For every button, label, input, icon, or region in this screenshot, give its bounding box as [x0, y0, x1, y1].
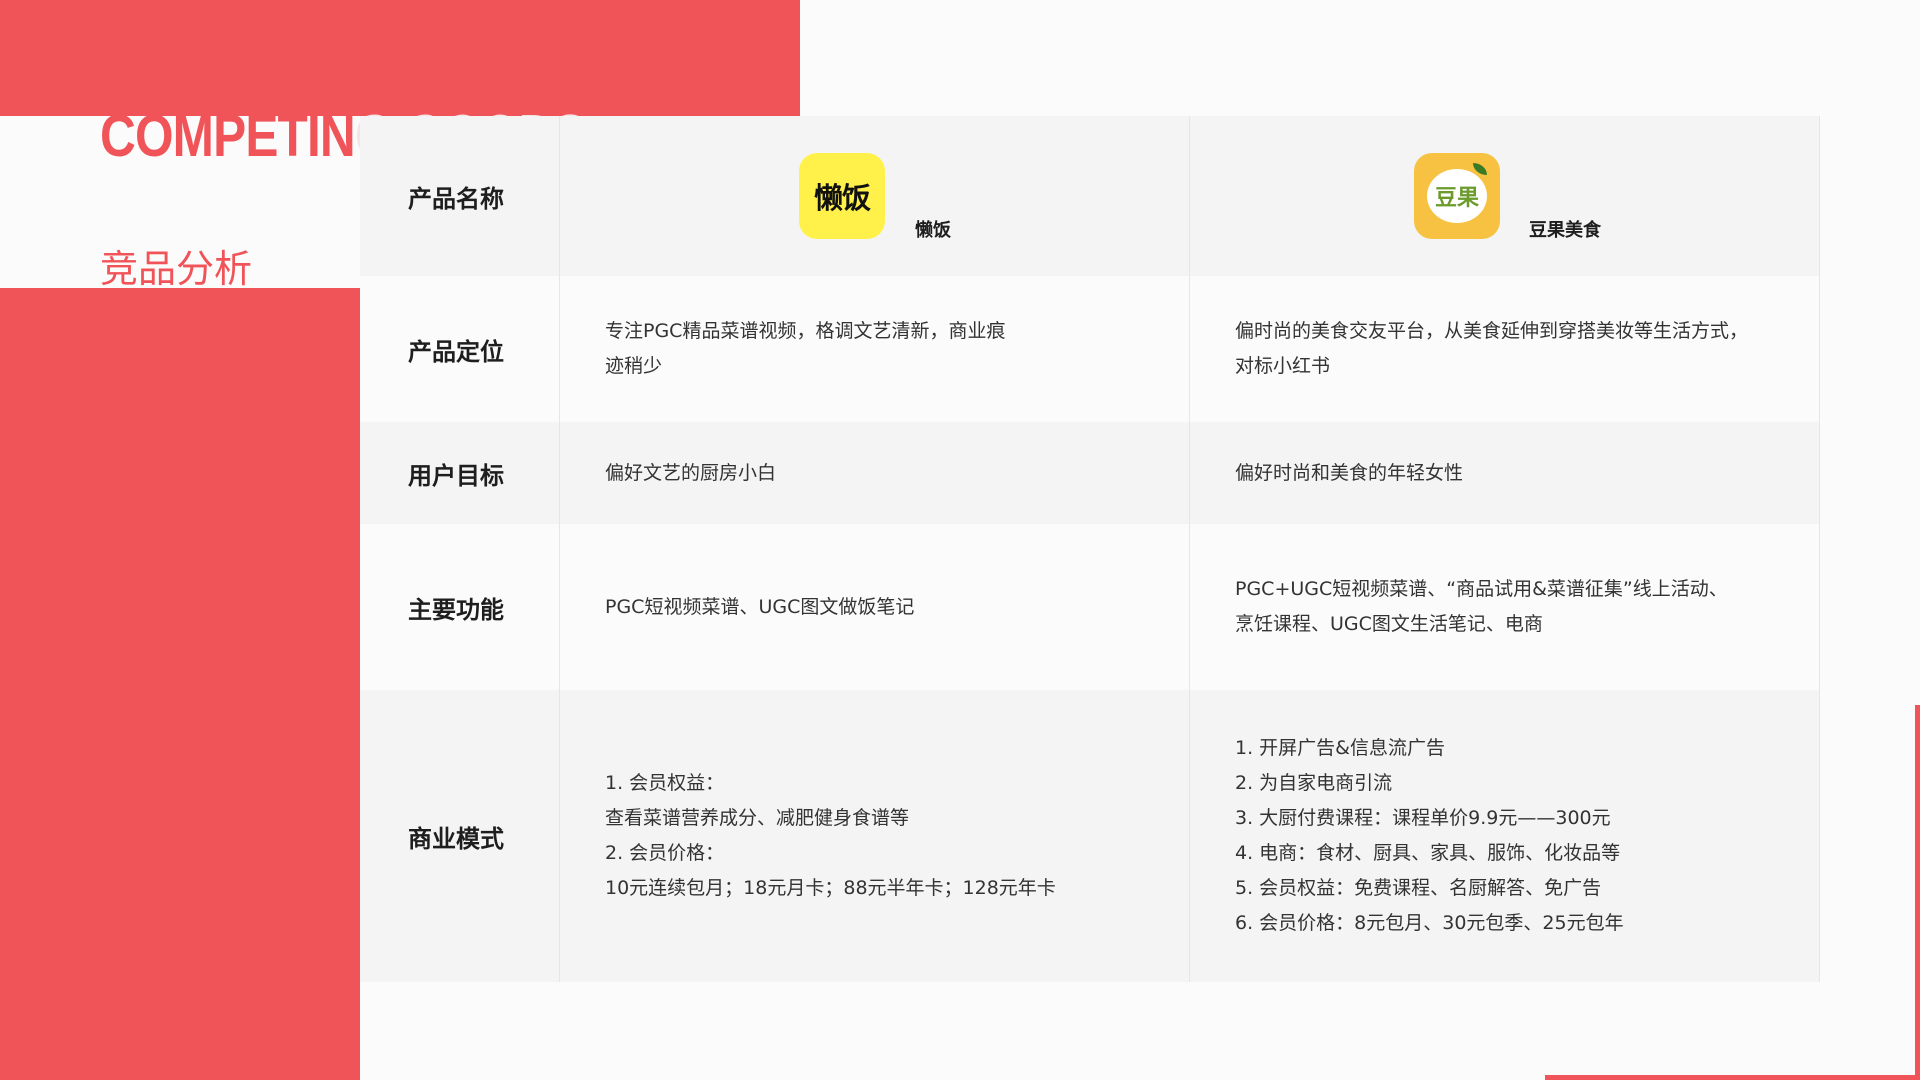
- business-cell-douguo: 1. 开屏广告&信息流广告 2. 为自家电商引流 3. 大厨付费课程：课程单价9…: [1190, 690, 1820, 982]
- lanfan-logo-icon: 懒饭: [799, 153, 885, 239]
- row-label: 产品定位: [408, 337, 504, 366]
- cell-line: 4. 电商：食材、厨具、家具、服饰、化妆品等: [1235, 842, 1621, 864]
- row-label-cell: 主要功能: [360, 524, 560, 690]
- red-banner-top: [0, 0, 800, 116]
- business-cell-lanfan: 1. 会员权益： 查看菜谱营养成分、减肥健身食谱等 2. 会员价格： 10元连续…: [560, 690, 1190, 982]
- cell-text: 1. 开屏广告&信息流广告 2. 为自家电商引流 3. 大厨付费课程：课程单价9…: [1235, 731, 1624, 941]
- douguo-logo-badge: 豆果: [1427, 163, 1487, 223]
- comparison-table: 产品名称 懒饭 懒饭 豆果 豆果美食 产品定位 专注PGC精品菜谱视频，格调文艺…: [360, 116, 1820, 982]
- cell-line: 烹饪课程、UGC图文生活笔记、电商: [1235, 613, 1543, 635]
- cell-text: 偏好时尚和美食的年轻女性: [1235, 461, 1464, 484]
- cell-line: PGC+UGC短视频菜谱、“商品试用&菜谱征集”线上活动、: [1235, 578, 1728, 600]
- row-label-cell: 用户目标: [360, 422, 560, 524]
- product-cell-lanfan: 懒饭 懒饭: [560, 116, 1190, 276]
- user-target-cell-douguo: 偏好时尚和美食的年轻女性: [1190, 422, 1820, 524]
- cell-line: 10元连续包月；18元月卡；88元半年卡；128元年卡: [605, 877, 1056, 899]
- cell-line: 偏时尚的美食交友平台，从美食延伸到穿搭美妆等生活方式，: [1235, 320, 1749, 342]
- product-name: 豆果美食: [1529, 220, 1601, 241]
- row-label-cell: 产品名称: [360, 116, 560, 276]
- douguo-logo-icon: 豆果: [1414, 153, 1500, 239]
- cell-line: 2. 为自家电商引流: [1235, 772, 1393, 794]
- table-row-product-name: 产品名称 懒饭 懒饭 豆果 豆果美食: [360, 116, 1820, 276]
- row-label-cell: 商业模式: [360, 690, 560, 982]
- cell-line: 对标小红书: [1235, 355, 1331, 377]
- cell-line: PGC短视频菜谱、UGC图文做饭笔记: [605, 595, 915, 618]
- douguo-logo-text: 豆果: [1434, 186, 1479, 211]
- cell-text: 偏时尚的美食交友平台，从美食延伸到穿搭美妆等生活方式， 对标小红书: [1235, 314, 1748, 384]
- row-label: 主要功能: [408, 595, 504, 624]
- leaf-icon: [1473, 163, 1487, 175]
- row-label: 用户目标: [408, 461, 504, 490]
- cell-text: 偏好文艺的厨房小白: [605, 461, 777, 484]
- product-cell-douguo: 豆果 豆果美食: [1190, 116, 1820, 276]
- table-row-user-target: 用户目标 偏好文艺的厨房小白 偏好时尚和美食的年轻女性: [360, 422, 1820, 524]
- user-target-cell-lanfan: 偏好文艺的厨房小白: [560, 422, 1190, 524]
- features-cell-douguo: PGC+UGC短视频菜谱、“商品试用&菜谱征集”线上活动、 烹饪课程、UGC图文…: [1190, 524, 1820, 690]
- table-row-business-model: 商业模式 1. 会员权益： 查看菜谱营养成分、减肥健身食谱等 2. 会员价格： …: [360, 690, 1820, 982]
- cell-line: 6. 会员价格：8元包月、30元包季、25元包年: [1235, 912, 1624, 934]
- title-en-main: COMPETIN: [100, 103, 356, 169]
- table-row-positioning: 产品定位 专注PGC精品菜谱视频，格调文艺清新，商业痕 迹稍少 偏时尚的美食交友…: [360, 276, 1820, 422]
- lanfan-logo-text: 懒饭: [813, 181, 871, 215]
- cell-line: 查看菜谱营养成分、减肥健身食谱等: [605, 807, 910, 829]
- cell-text: 1. 会员权益： 查看菜谱营养成分、减肥健身食谱等 2. 会员价格： 10元连续…: [605, 766, 1056, 906]
- red-panel-left: [0, 288, 360, 1080]
- cell-text: 专注PGC精品菜谱视频，格调文艺清新，商业痕 迹稍少: [605, 314, 1005, 384]
- red-accent-bottom: [1545, 1075, 1920, 1080]
- cell-line: 2. 会员价格：: [605, 842, 725, 864]
- cell-line: 1. 会员权益：: [605, 772, 725, 794]
- row-label: 产品名称: [408, 184, 504, 213]
- table-row-features: 主要功能 PGC短视频菜谱、UGC图文做饭笔记 PGC+UGC短视频菜谱、“商品…: [360, 524, 1820, 690]
- features-cell-lanfan: PGC短视频菜谱、UGC图文做饭笔记: [560, 524, 1190, 690]
- cell-line: 5. 会员权益：免费课程、名厨解答、免广告: [1235, 877, 1602, 899]
- cell-line: 迹稍少: [605, 355, 663, 377]
- cell-line: 1. 开屏广告&信息流广告: [1235, 737, 1445, 759]
- cell-text: PGC短视频菜谱、UGC图文做饭笔记: [605, 590, 914, 625]
- red-accent-right: [1915, 705, 1920, 1080]
- positioning-cell-lanfan: 专注PGC精品菜谱视频，格调文艺清新，商业痕 迹稍少: [560, 276, 1190, 422]
- cell-text: PGC+UGC短视频菜谱、“商品试用&菜谱征集”线上活动、 烹饪课程、UGC图文…: [1235, 572, 1728, 642]
- cell-line: 专注PGC精品菜谱视频，格调文艺清新，商业痕: [605, 320, 1006, 342]
- cell-line: 3. 大厨付费课程：课程单价9.9元——300元: [1235, 807, 1611, 829]
- product-name: 懒饭: [915, 220, 951, 241]
- positioning-cell-douguo: 偏时尚的美食交友平台，从美食延伸到穿搭美妆等生活方式， 对标小红书: [1190, 276, 1820, 422]
- row-label: 商业模式: [408, 824, 504, 853]
- page-title-cn: 竞品分析: [100, 247, 253, 291]
- row-label-cell: 产品定位: [360, 276, 560, 422]
